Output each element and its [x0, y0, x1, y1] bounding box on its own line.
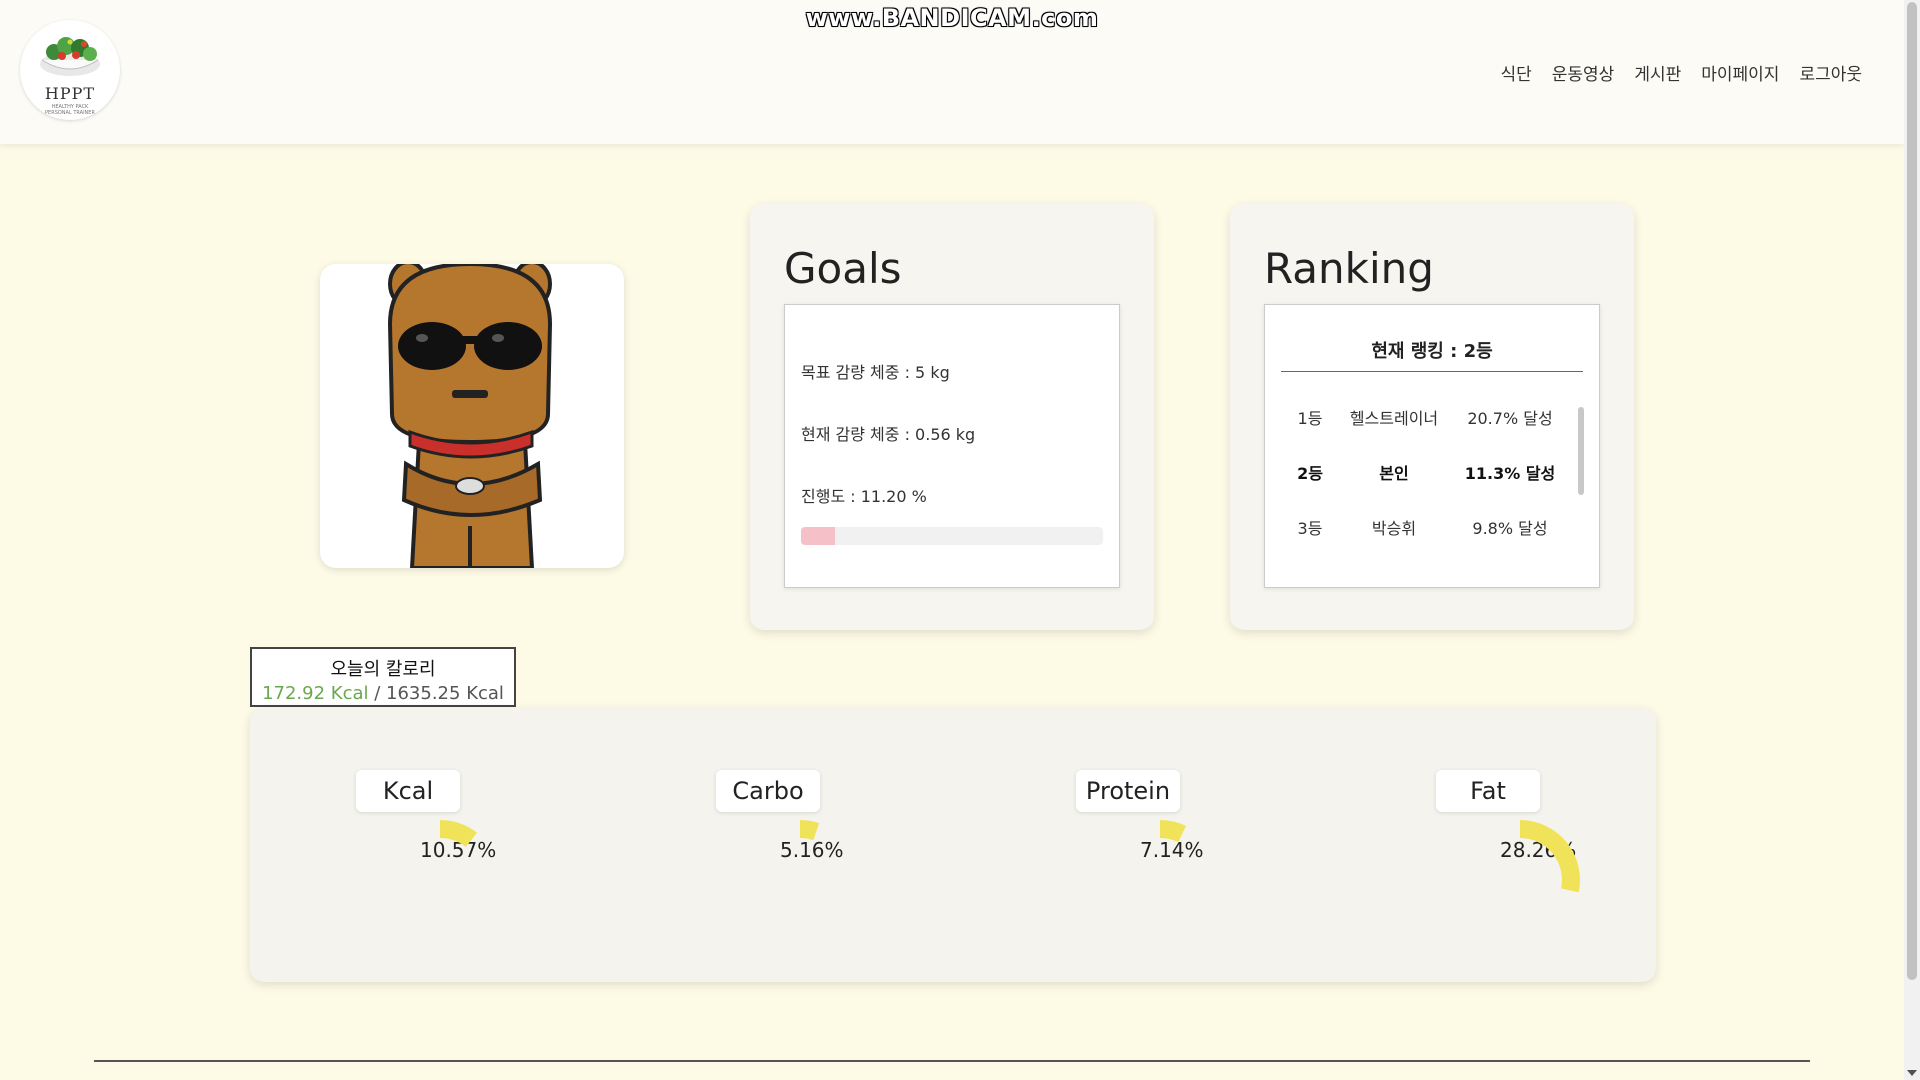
- logo[interactable]: HPPT HEALTHY PACK PERSONAL TRAINER: [20, 20, 120, 120]
- header: HPPT HEALTHY PACK PERSONAL TRAINER www.B…: [0, 0, 1904, 144]
- ranking-panel: 현재 랭킹 : 2등 1등 헬스트레이너 20.7% 달성 2등 본인 11.3…: [1264, 304, 1600, 588]
- profile-image: [320, 264, 624, 568]
- rank-position: 3등: [1297, 519, 1323, 538]
- nutrient-gauge: [1160, 820, 1187, 843]
- recording-watermark: www.BANDICAM.com: [805, 4, 1099, 32]
- today-calories-box: 오늘의 칼로리 172.92 Kcal / 1635.25 Kcal: [250, 647, 516, 707]
- rank-percent: 9.8% 달성: [1472, 519, 1548, 538]
- goals-panel: 목표 감량 체중 : 5 kg 현재 감량 체중 : 0.56 kg 진행도 :…: [784, 304, 1120, 588]
- nav-item-workout-videos[interactable]: 운동영상: [1552, 60, 1615, 85]
- rank-name: 본인: [1379, 464, 1409, 483]
- nutrient-panel: Kcal 10.57% Carbo 5.16% Protein 7.14% Fa…: [250, 708, 1656, 982]
- logo-tagline: PERSONAL TRAINER: [45, 110, 95, 116]
- rank-row: 1등 헬스트레이너 20.7% 달성: [1281, 405, 1571, 460]
- goal-target-weight: 목표 감량 체중 : 5 kg: [801, 363, 950, 382]
- today-calories-title: 오늘의 칼로리: [330, 659, 436, 680]
- ranking-card: Ranking 현재 랭킹 : 2등 1등 헬스트레이너 20.7% 달성 2등…: [1230, 204, 1634, 630]
- current-rank: 현재 랭킹 : 2등: [1281, 337, 1583, 372]
- footer-divider: [94, 1060, 1810, 1062]
- gauge-arc: [440, 820, 477, 847]
- goal-current-weight: 현재 감량 체중 : 0.56 kg: [801, 425, 976, 444]
- rank-percent: 11.3% 달성: [1464, 464, 1556, 483]
- rank-position: 2등: [1297, 464, 1323, 483]
- logo-brand: HPPT: [44, 84, 96, 103]
- rank-list-scrollbar[interactable]: [1578, 407, 1584, 495]
- nav-item-diet[interactable]: 식단: [1500, 60, 1531, 85]
- scrollbar-thumb[interactable]: [1907, 2, 1917, 980]
- ranking-title: Ranking: [1264, 244, 1434, 293]
- nutrient-protein: Protein 7.14%: [1020, 770, 1250, 950]
- goal-progress-fill: [801, 527, 835, 545]
- calories-separator: /: [368, 683, 387, 704]
- main-nav: 식단 운동영상 게시판 마이페이지 로그아웃: [1500, 60, 1862, 85]
- nutrient-gauge: [800, 820, 820, 841]
- gauge-arc: [1160, 820, 1187, 843]
- bear-character-icon: [387, 264, 553, 568]
- nutrient-carbo: Carbo 5.16%: [660, 770, 890, 950]
- gauge-arc: [1520, 820, 1580, 893]
- nav-item-logout[interactable]: 로그아웃: [1799, 60, 1862, 85]
- rank-list[interactable]: 1등 헬스트레이너 20.7% 달성 2등 본인 11.3% 달성 3등 박승휘…: [1281, 405, 1571, 570]
- nutrient-kcal: Kcal 10.57%: [300, 770, 530, 950]
- nutrient-fat: Fat 28.26%: [1380, 770, 1610, 950]
- rank-position: 1등: [1297, 409, 1323, 428]
- page-scrollbar[interactable]: [1904, 0, 1920, 1080]
- rank-row: 2등 본인 11.3% 달성: [1281, 460, 1571, 515]
- nutrient-gauge: [1520, 820, 1580, 893]
- calories-goal: 1635.25 Kcal: [386, 683, 504, 704]
- goals-card: Goals 목표 감량 체중 : 5 kg 현재 감량 체중 : 0.56 kg…: [750, 204, 1154, 630]
- salad-bowl-icon: [40, 37, 100, 76]
- rank-row: 3등 박승휘 9.8% 달성: [1281, 515, 1571, 570]
- nutrient-gauge: [440, 820, 477, 847]
- calories-consumed: 172.92 Kcal: [262, 683, 369, 704]
- goal-progress-bar: [801, 527, 1103, 545]
- rank-name: 박승휘: [1371, 519, 1417, 538]
- rank-percent: 20.7% 달성: [1467, 409, 1553, 428]
- rank-name: 헬스트레이너: [1349, 409, 1439, 428]
- nav-item-mypage[interactable]: 마이페이지: [1701, 60, 1779, 85]
- nav-item-board[interactable]: 게시판: [1634, 60, 1681, 85]
- goals-title: Goals: [784, 244, 902, 293]
- gauge-arc: [800, 820, 820, 841]
- today-calories-values: 172.92 Kcal / 1635.25 Kcal: [252, 683, 514, 704]
- scroll-down-icon[interactable]: [1907, 1070, 1917, 1076]
- goal-progress-text: 진행도 : 11.20 %: [801, 487, 927, 506]
